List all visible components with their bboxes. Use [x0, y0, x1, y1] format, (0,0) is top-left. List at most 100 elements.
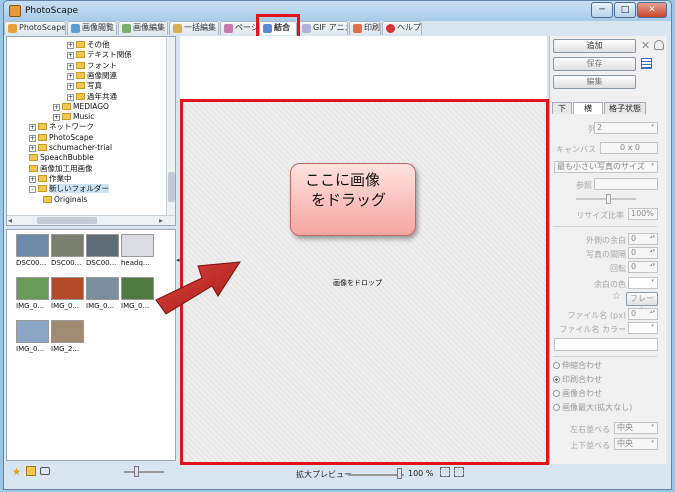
edit-button[interactable]: 編集 [553, 75, 636, 89]
tab-editor[interactable]: 画像編集 [118, 21, 168, 35]
expand-toggle-icon[interactable]: + [29, 175, 36, 183]
tree-item[interactable]: + その他 [67, 40, 110, 50]
thumbnail-list[interactable]: DSC00... DSC00... DSC00... headq... IMG_0...… [6, 229, 176, 461]
tab-gif-animation[interactable]: GIF アニメ [298, 21, 348, 35]
fit-mode-radio[interactable]: 画像最大(拡大なし) [553, 403, 632, 413]
thumbnail-item[interactable]: IMG_0... [121, 277, 154, 313]
thumbnail-item[interactable]: headq... [121, 234, 154, 270]
thumbnail-item[interactable]: IMG_0... [86, 277, 119, 313]
tab-bottom[interactable]: 下 [552, 102, 572, 114]
expand-toggle-icon[interactable]: + [53, 114, 60, 122]
thumbnail-item[interactable]: DSC00... [86, 234, 119, 270]
maximize-button[interactable]: □ [614, 2, 636, 18]
tree-item[interactable]: Originals [43, 195, 87, 205]
tab-grid[interactable]: 格子状態 [604, 102, 646, 114]
expand-toggle-icon[interactable]: + [67, 72, 74, 80]
horizontal-align-select[interactable]: 中央 ▾ [614, 422, 658, 434]
size-mode-select[interactable]: 最も小さい写真のサイズ ▾ [554, 161, 658, 173]
actual-size-icon[interactable] [454, 467, 464, 477]
filename-size-spinner[interactable]: 0 ▴▾ [628, 308, 658, 320]
scroll-left-arrow[interactable]: ◂ [8, 216, 12, 225]
fit-mode-radio[interactable]: 画像合わせ [553, 389, 602, 399]
folder-refresh-icon[interactable] [26, 466, 36, 476]
rotate-spinner[interactable]: 0 ▴▾ [628, 261, 658, 273]
reference-field[interactable] [594, 178, 658, 190]
tree-horizontal-scrollbar[interactable]: ◂ ▸ [7, 215, 175, 225]
filename-text-field[interactable] [554, 338, 658, 351]
vertical-align-select[interactable]: 中央 ▾ [614, 438, 658, 450]
tab-page[interactable]: ページ [220, 21, 258, 35]
save-button[interactable]: 保存 [553, 57, 636, 71]
resize-ratio-field[interactable]: 100% [628, 208, 658, 220]
radio-circle[interactable] [553, 376, 560, 383]
expand-toggle-icon[interactable]: + [29, 124, 36, 132]
tree-item[interactable]: + PhotoScape [29, 133, 93, 143]
resize-ratio-label: リサイズ比率 [576, 211, 624, 220]
tree-vertical-scrollbar[interactable] [166, 37, 175, 215]
remove-icon[interactable]: ✕ [641, 39, 650, 52]
scroll-thumb[interactable] [168, 172, 175, 202]
photo-gap-spinner[interactable]: 0 ▴▾ [628, 247, 658, 259]
minimize-button[interactable]: ─ [591, 2, 613, 18]
tree-item[interactable]: + 作業中 [29, 174, 72, 184]
tree-item[interactable]: - 新しいフォルダー [29, 184, 109, 194]
tree-item[interactable]: + 写真 [67, 81, 102, 91]
expand-toggle-icon[interactable]: + [53, 103, 60, 111]
fit-mode-radio[interactable]: 伸縮合わせ [553, 361, 602, 371]
tab-photoscape[interactable]: PhotoScape [4, 21, 66, 35]
thumbnail-item[interactable]: IMG_2... [51, 320, 84, 356]
tree-item[interactable]: + テキスト関係 [67, 50, 132, 60]
filename-color-picker[interactable]: ▾ [628, 322, 658, 334]
tab-print[interactable]: 印刷 [349, 21, 381, 35]
count-select[interactable]: 2 ▾ [594, 122, 658, 134]
thumb-size-handle[interactable] [134, 466, 139, 477]
tree-item[interactable]: + ネットワーク [29, 122, 94, 132]
thumbnail-item[interactable]: IMG_0... [16, 320, 49, 356]
tab-help[interactable]: ヘルプ [382, 21, 422, 35]
outer-margin-spinner[interactable]: 0 ▴▾ [628, 233, 658, 245]
trash-icon[interactable] [654, 40, 664, 50]
radio-circle[interactable] [553, 362, 560, 369]
tree-item[interactable]: + フォント [67, 61, 117, 71]
thumb-size-slider[interactable] [124, 471, 164, 473]
scroll-thumb[interactable] [37, 217, 97, 224]
tab-viewer[interactable]: 画像閲覧 [67, 21, 117, 35]
fit-mode-radio[interactable]: 印刷合わせ [553, 375, 602, 385]
tab-horizontal[interactable]: 横 [573, 102, 603, 114]
tree-item[interactable]: + MEDIAGO [53, 102, 109, 112]
expand-toggle-icon[interactable]: + [29, 145, 36, 152]
tree-item[interactable]: + Music [53, 112, 94, 122]
thumbnail-item[interactable]: DSC00... [16, 234, 49, 270]
view-icon[interactable] [40, 467, 50, 475]
tree-item[interactable]: + 画像関連 [67, 71, 117, 81]
resize-slider-handle[interactable] [606, 194, 611, 204]
radio-circle[interactable] [553, 404, 560, 411]
add-button[interactable]: 追加 [553, 39, 636, 53]
tree-item[interactable]: 画像加工用画像 [29, 164, 93, 174]
star-icon[interactable]: ★ [12, 467, 21, 478]
fit-icon[interactable] [440, 467, 450, 477]
folder-tree[interactable]: + その他 + テキスト関係 + フォント + 画像関連 + 写真 + 過年共通 + MEDIAGO + Mu… [6, 36, 176, 226]
thumbnail-item[interactable]: IMG_0... [16, 277, 49, 313]
tree-item[interactable]: + 過年共通 [67, 92, 117, 102]
zoom-slider-handle[interactable] [397, 468, 402, 479]
thumbnail-item[interactable]: IMG_0... [51, 277, 84, 313]
close-button[interactable]: ✕ [637, 2, 667, 18]
list-view-icon[interactable] [641, 58, 652, 69]
scroll-right-arrow[interactable]: ▸ [159, 216, 163, 225]
expand-toggle-icon[interactable]: + [67, 42, 74, 49]
expand-toggle-icon[interactable]: + [67, 83, 74, 91]
expand-toggle-icon[interactable]: + [67, 52, 74, 60]
margin-color-picker[interactable]: ▾ [628, 277, 658, 289]
zoom-slider[interactable] [348, 474, 404, 476]
tree-item[interactable]: + schumacher-trial [29, 143, 112, 153]
tree-item[interactable]: SpeachBubble [29, 153, 94, 163]
expand-toggle-icon[interactable]: + [67, 93, 74, 101]
tab-batch[interactable]: 一括編集 [169, 21, 219, 35]
expand-toggle-icon[interactable]: + [29, 134, 36, 142]
frame-button[interactable]: フレーム [626, 292, 658, 315]
expand-toggle-icon[interactable]: + [67, 62, 74, 70]
expand-toggle-icon[interactable]: - [29, 186, 36, 194]
radio-circle[interactable] [553, 390, 560, 397]
thumbnail-item[interactable]: DSC00... [51, 234, 84, 270]
